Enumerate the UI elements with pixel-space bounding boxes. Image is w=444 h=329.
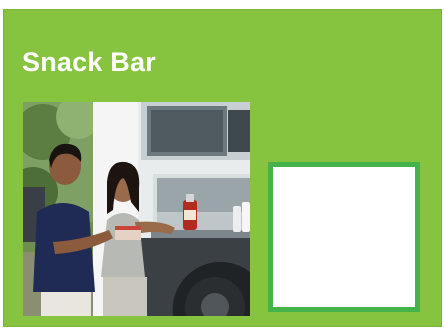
content-placeholder-box bbox=[268, 162, 420, 312]
panel-title: Snack Bar bbox=[22, 47, 156, 77]
snack-bar-photo bbox=[23, 102, 250, 316]
snack-bar-panel: Snack Bar bbox=[3, 9, 442, 327]
photo-illustration bbox=[23, 102, 250, 316]
